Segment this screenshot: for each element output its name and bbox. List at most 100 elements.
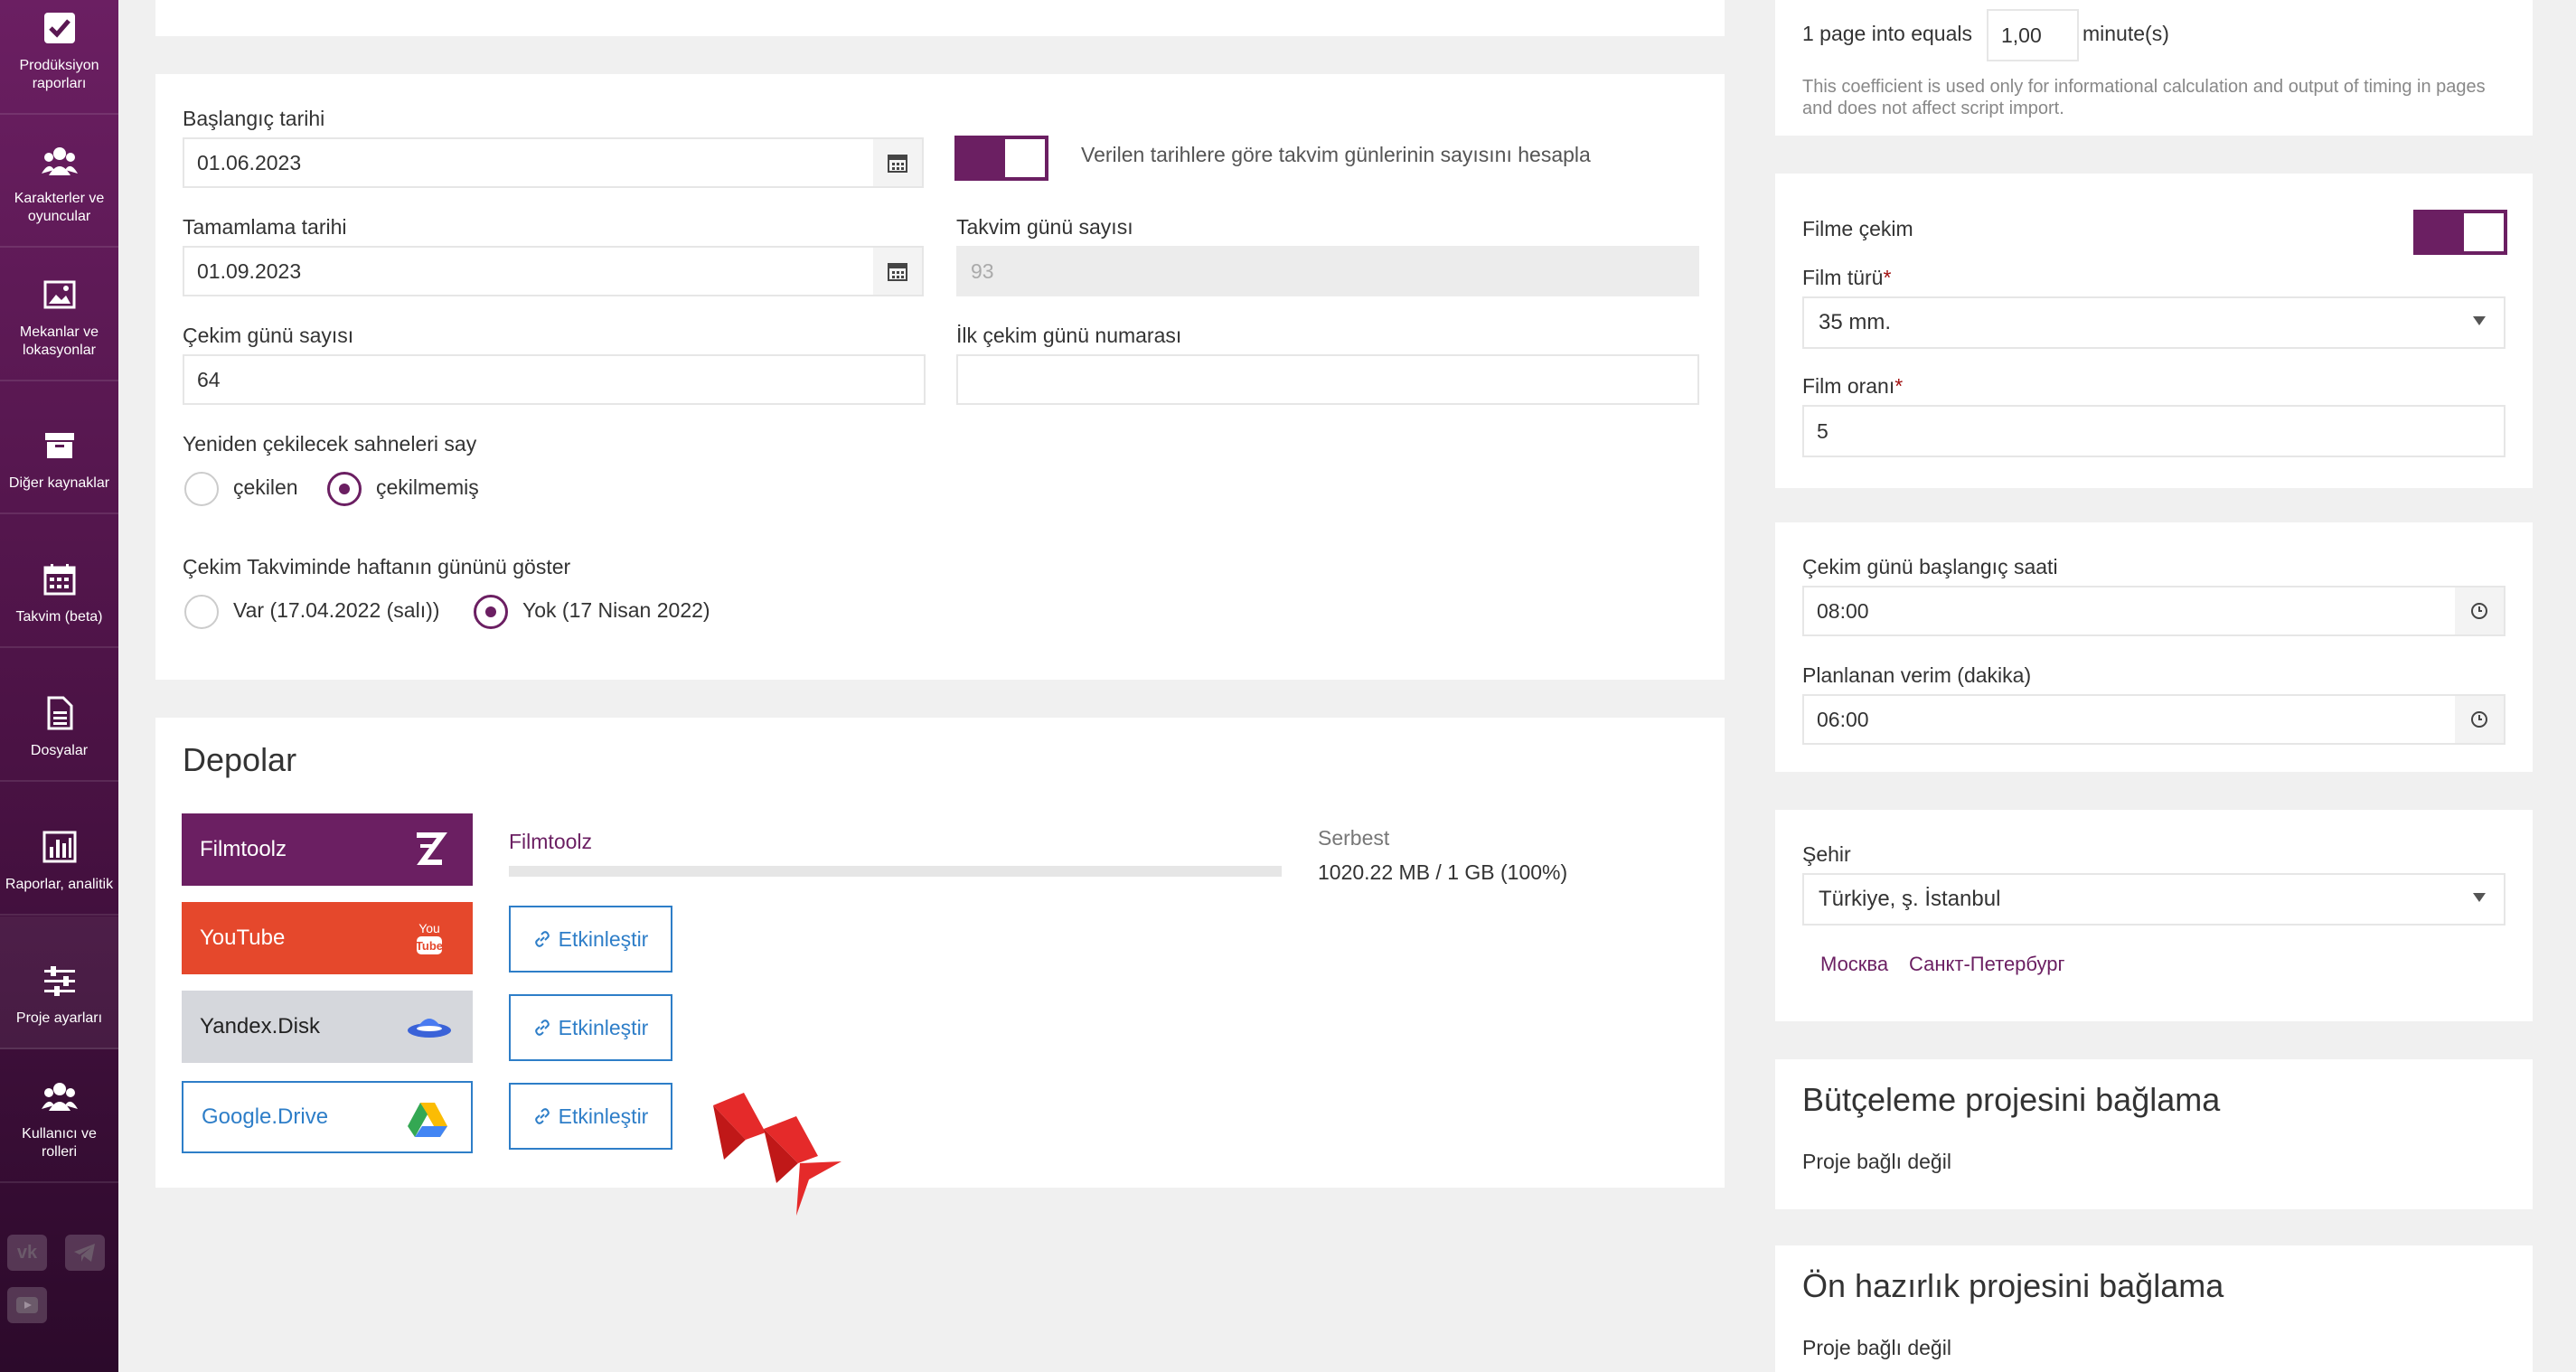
first-day-input[interactable]	[956, 354, 1699, 405]
storage-active-name: Filmtoolz	[509, 830, 593, 853]
page-equals-suffix: minute(s)	[2082, 22, 2169, 45]
enable-label: Etkinleştir	[558, 1015, 649, 1039]
toggle-knob	[2464, 213, 2504, 251]
social-links: vk	[7, 1235, 108, 1271]
film-ratio-label: Film oranı*	[1802, 374, 1903, 399]
weekday-option-yes: Var (17.04.2022 (salı))	[233, 598, 440, 622]
sidebar-item-label: Kullanıcı ve rolleri	[22, 1126, 97, 1160]
shoot-days-input[interactable]: 64	[183, 354, 926, 405]
pointer-arrow-icon	[713, 1093, 841, 1216]
city-value: Türkiye, ş. İstanbul	[1819, 887, 2001, 911]
timing-note: This coefficient is used only for inform…	[1802, 77, 2486, 118]
end-date-label: Tamamlama tarihi	[183, 215, 347, 239]
storage-google-drive[interactable]: Google.Drive	[182, 1081, 473, 1153]
film-type-label: Film türü*	[1802, 266, 1891, 290]
image-icon	[43, 280, 75, 309]
budget-title: Bütçeleme projesini bağlama	[1802, 1081, 2221, 1118]
page-equals-input[interactable]: 1,00	[1987, 9, 2079, 61]
planned-output-input[interactable]: 06:00	[1802, 694, 2457, 745]
calendar-icon	[43, 564, 75, 596]
shooting-time-card: Çekim günü başlangıç saati 08:00 Planlan…	[1775, 522, 2533, 772]
sidebar-item-label: Proje ayarları	[15, 1010, 103, 1026]
sidebar-item-users-roles[interactable]: Kullanıcı ve rolleri	[0, 1050, 118, 1183]
film-ratio-input[interactable]: 5	[1802, 405, 2505, 457]
planned-output-label: Planlanan verim (dakika)	[1802, 663, 2032, 687]
first-day-label: İlk çekim günü numarası	[956, 324, 1182, 347]
start-time-input[interactable]: 08:00	[1802, 586, 2457, 636]
start-date-calendar-button[interactable]	[873, 137, 924, 188]
reshoot-option-not-shot: çekilmemiş	[376, 475, 479, 499]
reshoot-radio-shot[interactable]	[184, 472, 219, 506]
chevron-down-icon	[2473, 316, 2486, 325]
prep-title: Ön hazırlık projesini bağlama	[1802, 1267, 2224, 1304]
users-icon	[41, 147, 78, 175]
end-date-input[interactable]: 01.09.2023	[183, 246, 875, 296]
shoot-days-label: Çekim günü sayısı	[183, 324, 354, 347]
start-date-label: Başlangıç tarihi	[183, 107, 325, 130]
budget-card: Bütçeleme projesini bağlama Proje bağlı …	[1775, 1059, 2533, 1209]
sidebar-item-production-reports[interactable]: Prodüksiyon raporları	[0, 0, 118, 115]
clock-icon	[2471, 603, 2487, 619]
storage-usage-bar	[509, 866, 1282, 877]
sidebar-item-reports[interactable]: Raporlar, analitik	[0, 783, 118, 916]
storage-title: Depolar	[183, 741, 297, 778]
weekday-option-no: Yok (17 Nisan 2022)	[522, 598, 710, 622]
enable-google-drive-button[interactable]: Etkinleştir	[509, 1083, 672, 1150]
end-date-calendar-button[interactable]	[873, 246, 924, 296]
vk-icon[interactable]: vk	[7, 1235, 47, 1271]
chevron-down-icon	[2473, 893, 2486, 902]
weekday-radio-no[interactable]	[474, 595, 508, 629]
reshoot-radio-not-shot[interactable]	[327, 472, 362, 506]
sidebar-item-label: Dosyalar	[30, 743, 89, 758]
page-equals-prefix: 1 page into equals	[1802, 22, 1972, 45]
toggle-knob	[1005, 139, 1045, 177]
sidebar-item-label: Mekanlar ve lokasyonlar	[19, 324, 99, 358]
link-icon	[534, 1020, 550, 1036]
planned-output-clock-button[interactable]	[2455, 694, 2505, 745]
film-card: Filme çekim Film türü* 35 mm. Film oranı…	[1775, 174, 2533, 488]
telegram-icon[interactable]	[65, 1235, 105, 1271]
calendar-days-label: Takvim günü sayısı	[956, 215, 1133, 239]
film-shooting-label: Filme çekim	[1802, 217, 1913, 240]
calc-days-toggle[interactable]	[954, 136, 1048, 181]
city-select[interactable]: Türkiye, ş. İstanbul	[1802, 873, 2505, 926]
sidebar-item-project-settings[interactable]: Proje ayarları	[0, 916, 118, 1049]
sidebar-item-locations[interactable]: Mekanlar ve lokasyonlar	[0, 249, 118, 381]
storage-yandex-disk[interactable]: Yandex.Disk	[182, 991, 473, 1063]
file-icon	[47, 696, 72, 730]
sidebar-item-other-resources[interactable]: Diğer kaynaklar	[0, 381, 118, 514]
storage-filmtoolz[interactable]: Filmtoolz	[182, 813, 473, 886]
city-quick-moscow[interactable]: Москва	[1820, 953, 1888, 976]
dates-card: Başlangıç tarihi 01.06.2023 Verilen tari…	[155, 74, 1725, 680]
start-time-label: Çekim günü başlangıç saati	[1802, 555, 2058, 578]
storage-free-label: Serbest	[1318, 826, 1390, 850]
film-type-select[interactable]: 35 mm.	[1802, 296, 2505, 349]
sidebar-item-characters[interactable]: Karakterler ve oyuncular	[0, 115, 118, 248]
sidebar-item-label: Raporlar, analitik	[5, 877, 114, 892]
sidebar-item-label: Prodüksiyon raporları	[19, 58, 99, 91]
start-date-input[interactable]: 01.06.2023	[183, 137, 875, 188]
city-quick-spb[interactable]: Санкт-Петербург	[1909, 953, 2065, 976]
enable-label: Etkinleştir	[558, 926, 649, 951]
sidebar-item-calendar[interactable]: Takvim (beta)	[0, 515, 118, 648]
start-time-clock-button[interactable]	[2455, 586, 2505, 636]
archive-icon	[44, 433, 74, 458]
sidebar-item-files[interactable]: Dosyalar	[0, 649, 118, 782]
youtube-icon[interactable]	[7, 1287, 47, 1323]
storage-free-value: 1020.22 MB / 1 GB (100%)	[1318, 860, 1568, 884]
film-shooting-toggle[interactable]	[2413, 210, 2507, 255]
storage-youtube[interactable]: YouTube You Tube	[182, 902, 473, 974]
yandex-disk-logo-icon	[408, 1019, 451, 1038]
timing-card: 1 page into equals 1,00 minute(s) This c…	[1775, 0, 2533, 136]
enable-yandex-button[interactable]: Etkinleştir	[509, 994, 672, 1061]
prep-status: Proje bağlı değil	[1802, 1336, 1951, 1359]
weekday-radio-yes[interactable]	[184, 595, 219, 629]
sidebar-item-label: Karakterler ve oyuncular	[14, 191, 105, 224]
film-type-value: 35 mm.	[1819, 310, 1892, 334]
enable-youtube-button[interactable]: Etkinleştir	[509, 906, 672, 973]
sidebar-item-label: Takvim (beta)	[15, 609, 103, 625]
reshoot-label: Yeniden çekilecek sahneleri say	[183, 432, 477, 456]
google-drive-logo-icon	[408, 1103, 447, 1137]
checkbox-icon	[43, 13, 75, 43]
weekday-label: Çekim Takviminde haftanın gününü göster	[183, 555, 571, 578]
